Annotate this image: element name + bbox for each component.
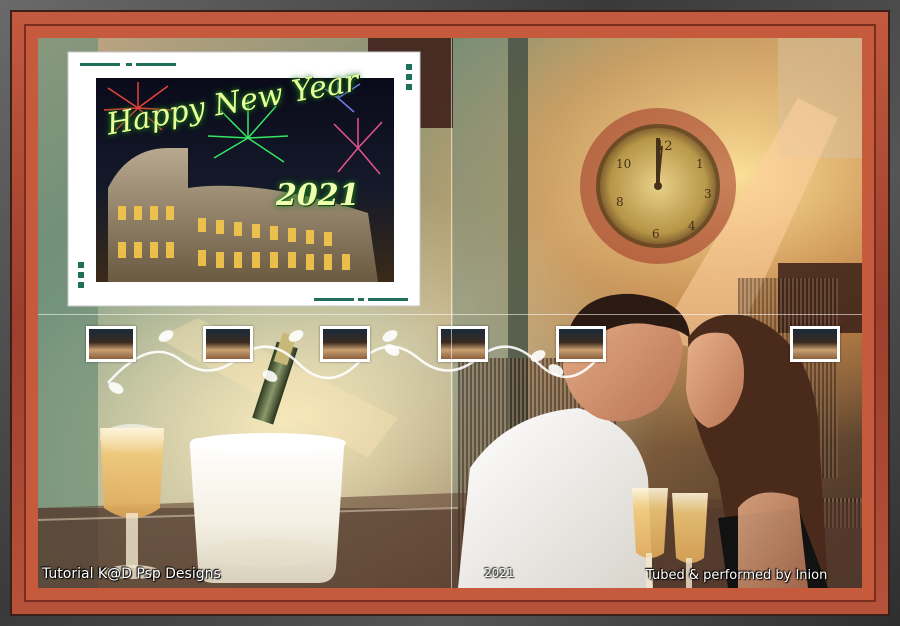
thumbnail-3 bbox=[320, 326, 370, 362]
svg-text:8: 8 bbox=[616, 195, 624, 209]
thumbnail-1 bbox=[86, 326, 136, 362]
thumbnail-5 bbox=[556, 326, 606, 362]
horizontal-guide-line bbox=[38, 314, 862, 315]
year-text: 2021 bbox=[276, 178, 360, 213]
svg-text:6: 6 bbox=[652, 227, 660, 241]
thumbnail-4 bbox=[438, 326, 488, 362]
svg-text:10: 10 bbox=[616, 157, 631, 171]
thumbnail-6 bbox=[790, 326, 840, 362]
credit-right: Tubed & performed by Inion bbox=[646, 568, 828, 583]
credit-center: 2021 bbox=[484, 566, 515, 580]
svg-text:1: 1 bbox=[696, 157, 704, 171]
vertical-guide-line bbox=[451, 38, 452, 588]
svg-text:4: 4 bbox=[688, 219, 696, 233]
thumbnail-2 bbox=[203, 326, 253, 362]
artwork-canvas: 12 1 3 4 6 8 10 Happy New Year 2021 Tuto… bbox=[38, 38, 862, 588]
greeting-card-image: 12 1 3 4 6 8 10 Happy New Year 2021 Tuto… bbox=[0, 0, 900, 626]
svg-text:12: 12 bbox=[656, 139, 673, 154]
svg-text:3: 3 bbox=[704, 187, 712, 201]
credit-left: Tutorial K@D Psp Designs bbox=[42, 566, 221, 582]
